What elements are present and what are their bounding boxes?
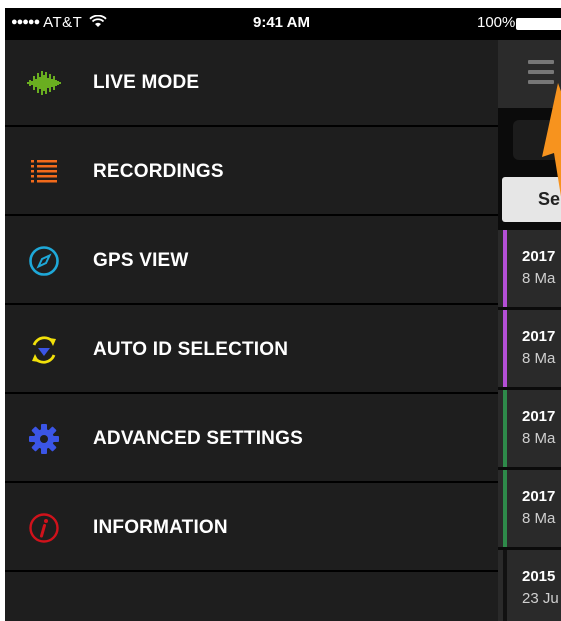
recording-row[interactable]: 2017 8 Ma: [498, 230, 561, 310]
menu-label-auto-id-selection: AUTO ID SELECTION: [93, 338, 289, 360]
recording-date: 2017: [522, 328, 556, 345]
wifi-icon: [89, 14, 107, 27]
menu-label-live-mode: LIVE MODE: [93, 71, 200, 93]
signal-dots: ●●●●●: [11, 16, 40, 28]
recording-row[interactable]: 2017 8 Ma: [498, 310, 561, 390]
recording-color-bar: [503, 470, 507, 547]
recording-row[interactable]: 2015 23 Ju: [498, 550, 561, 621]
menu-label-gps-view: GPS VIEW: [93, 249, 189, 271]
carrier-name: AT&T: [43, 14, 83, 31]
recording-color-bar: [503, 390, 507, 467]
recording-subdate: 23 Ju: [522, 590, 559, 607]
menu-item-recordings[interactable]: RECORDINGS: [5, 129, 498, 216]
menu-item-information[interactable]: INFORMATION: [5, 485, 498, 572]
battery-percent: 100%: [477, 14, 516, 31]
recording-color-bar: [503, 310, 507, 387]
battery-icon: [516, 18, 561, 30]
menu-item-live-mode[interactable]: LIVE MODE: [5, 40, 498, 127]
waveform-icon: [25, 64, 63, 102]
menu-label-advanced-settings: ADVANCED SETTINGS: [93, 427, 303, 449]
compass-icon: [25, 242, 63, 280]
auto-id-icon: [25, 331, 63, 369]
recording-row[interactable]: 2017 8 Ma: [498, 470, 561, 550]
carrier-info: ●●●●● AT&T: [11, 14, 107, 31]
recording-date: 2017: [522, 248, 556, 265]
recording-date: 2015: [522, 568, 556, 585]
app-screen: ●●●●● AT&T 9:41 AM 100% LIVE MODE RECORD…: [5, 8, 561, 621]
menu-item-auto-id-selection[interactable]: AUTO ID SELECTION: [5, 307, 498, 394]
status-bar: ●●●●● AT&T 9:41 AM 100%: [5, 8, 561, 40]
recording-date: 2017: [522, 408, 556, 425]
recording-date: 2017: [522, 488, 556, 505]
recording-subdate: 8 Ma: [522, 430, 556, 447]
recording-color-bar: [503, 230, 507, 307]
recording-subdate: 8 Ma: [522, 510, 556, 527]
menu-item-advanced-settings[interactable]: ADVANCED SETTINGS: [5, 396, 498, 483]
recording-subdate: 8 Ma: [522, 270, 556, 287]
side-menu: LIVE MODE RECORDINGS GPS VIEW AUTO ID SE…: [5, 40, 498, 621]
list-icon: [25, 153, 63, 191]
recording-subdate: 8 Ma: [522, 350, 556, 367]
pointer-arrow-icon: [542, 83, 561, 197]
menu-label-information: INFORMATION: [93, 516, 228, 538]
recording-color-bar: [503, 550, 507, 621]
menu-label-recordings: RECORDINGS: [93, 160, 224, 182]
gear-icon: [25, 420, 63, 458]
menu-item-gps-view[interactable]: GPS VIEW: [5, 218, 498, 305]
clock: 9:41 AM: [253, 14, 310, 31]
recording-row[interactable]: 2017 8 Ma: [498, 390, 561, 470]
info-icon: [25, 509, 63, 547]
